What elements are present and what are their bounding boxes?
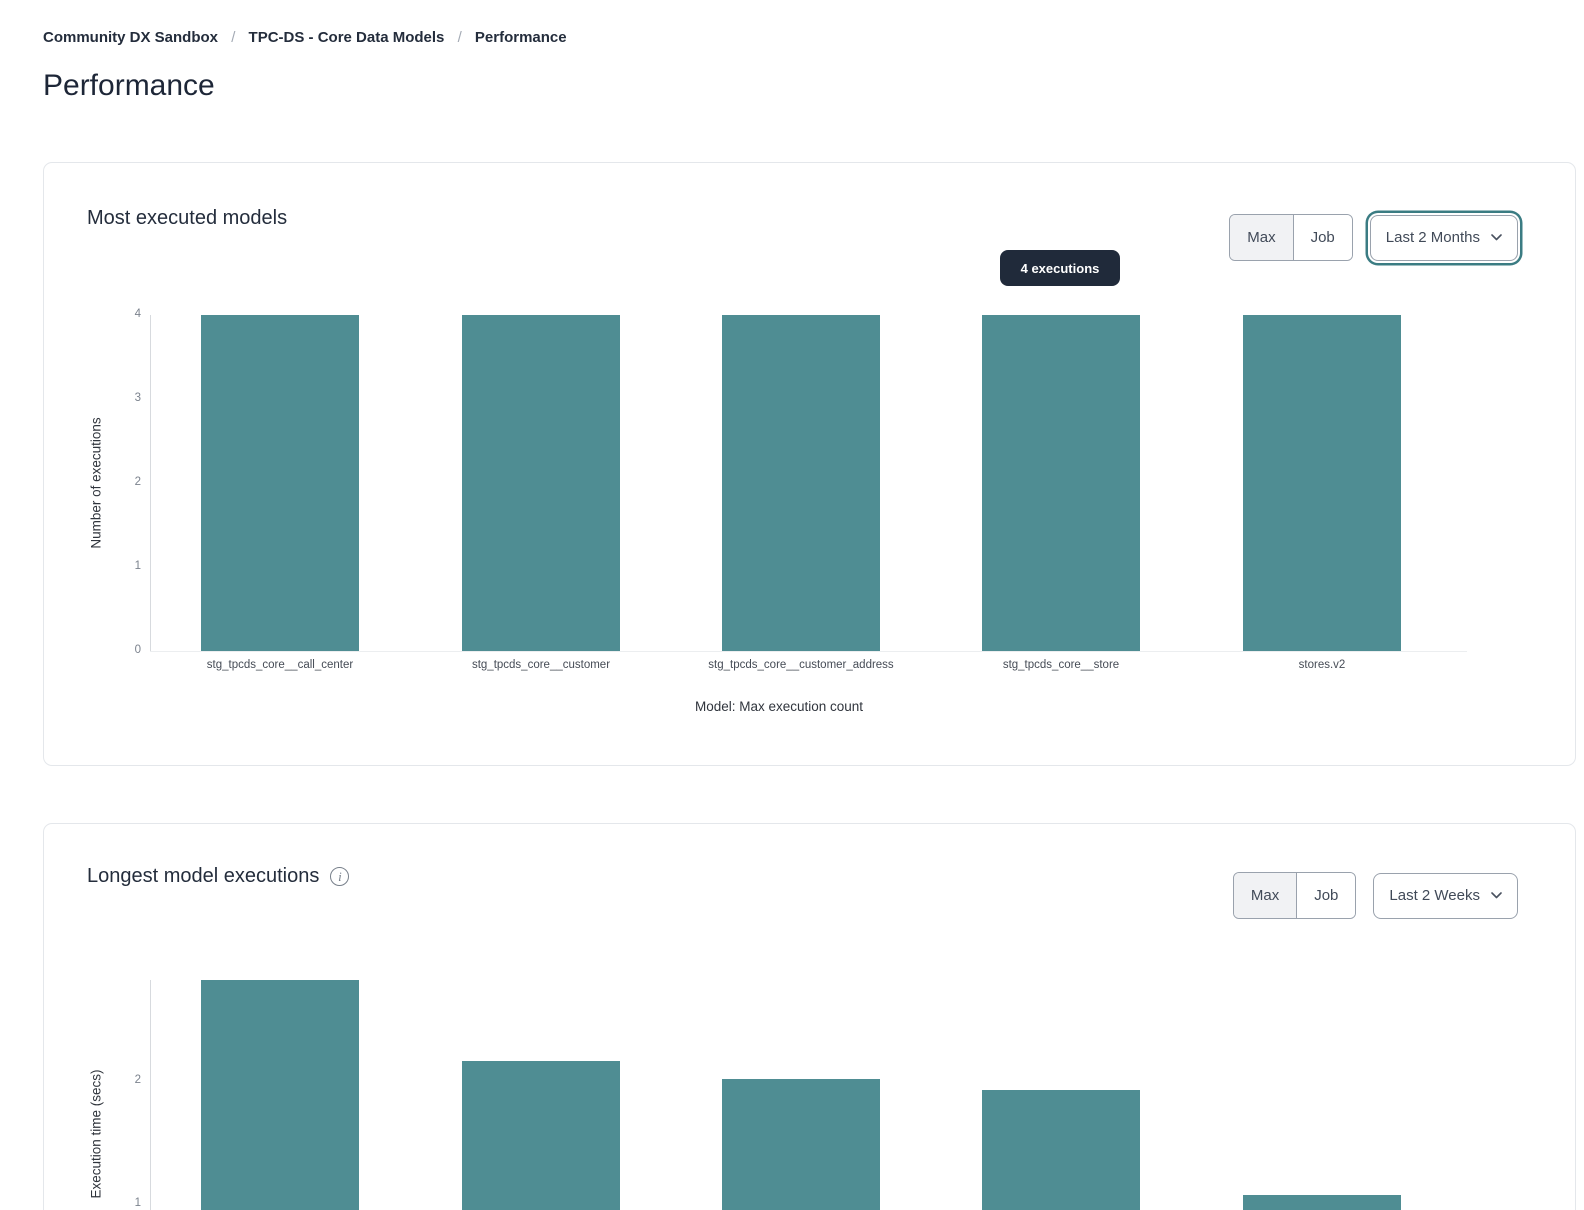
bar[interactable]: [462, 315, 620, 651]
y-axis-line: [150, 315, 151, 651]
y-tick-label: 4: [91, 308, 141, 320]
breadcrumb-separator: /: [231, 29, 235, 46]
bar[interactable]: [462, 1061, 620, 1210]
bar[interactable]: [201, 315, 359, 651]
y-tick-label: 0: [91, 644, 141, 656]
x-tick-label: stg_tpcds_core__customer_address: [708, 659, 893, 671]
breadcrumb-item-performance[interactable]: Performance: [475, 29, 567, 46]
breadcrumb: Community DX Sandbox / TPC-DS - Core Dat…: [43, 29, 567, 46]
page-title: Performance: [43, 69, 215, 104]
bar[interactable]: [201, 980, 359, 1210]
most-executed-chart: 01234stg_tpcds_core__call_centerstg_tpcd…: [44, 163, 1575, 765]
x-tick-label: stg_tpcds_core__store: [1003, 659, 1119, 671]
y-tick-label: 3: [91, 392, 141, 404]
y-axis-title: Execution time (secs): [89, 1069, 104, 1198]
longest-executions-chart: 12Execution time (secs): [44, 824, 1575, 1210]
x-tick-label: stg_tpcds_core__customer: [472, 659, 610, 671]
y-tick-label: 1: [91, 1197, 141, 1209]
y-tick-label: 1: [91, 560, 141, 572]
breadcrumb-item-project[interactable]: Community DX Sandbox: [43, 29, 218, 46]
x-tick-label: stores.v2: [1299, 659, 1346, 671]
breadcrumb-separator: /: [458, 29, 462, 46]
x-tick-label: stg_tpcds_core__call_center: [207, 659, 353, 671]
bar[interactable]: [722, 1079, 880, 1210]
bar[interactable]: [982, 315, 1140, 651]
bar[interactable]: [1243, 1195, 1401, 1210]
y-axis-title: Number of executions: [89, 417, 104, 548]
bar[interactable]: [1243, 315, 1401, 651]
x-axis-line: [150, 651, 1467, 652]
longest-model-executions-card: Longest model executions i Max Job Last …: [43, 823, 1576, 1210]
breadcrumb-item-models[interactable]: TPC-DS - Core Data Models: [249, 29, 445, 46]
x-axis-title: Model: Max execution count: [695, 699, 863, 714]
bar[interactable]: [722, 315, 880, 651]
most-executed-models-card: Most executed models Max Job Last 2 Mont…: [43, 162, 1576, 766]
chart-tooltip: 4 executions: [1000, 250, 1120, 286]
y-axis-line: [150, 980, 151, 1210]
performance-page: Community DX Sandbox / TPC-DS - Core Dat…: [0, 0, 1584, 1210]
bar[interactable]: [982, 1090, 1140, 1210]
